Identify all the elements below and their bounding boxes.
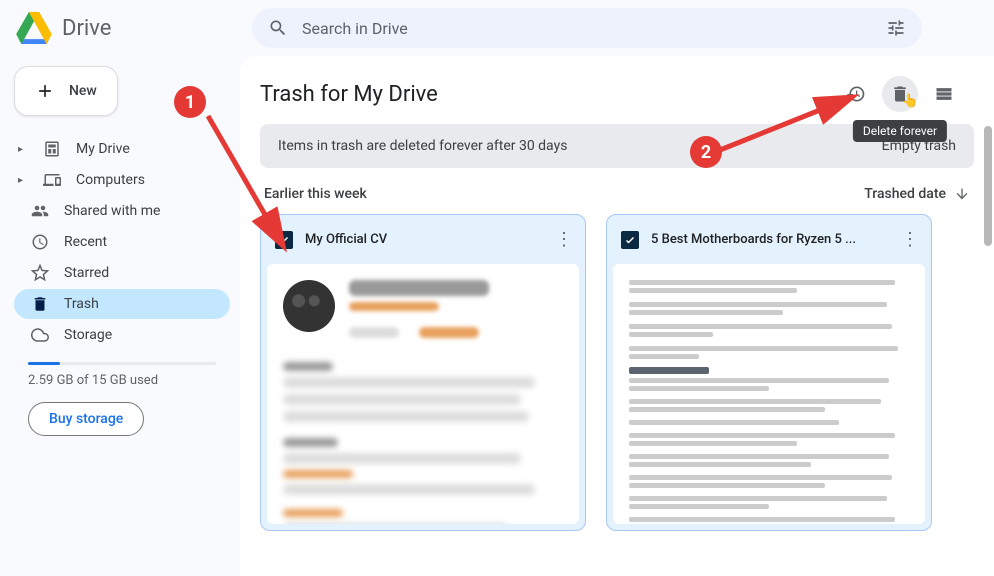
sidebar-item-shared[interactable]: Shared with me <box>14 196 230 226</box>
list-view-button[interactable] <box>926 76 962 112</box>
sort-button[interactable]: Trashed date <box>864 186 970 202</box>
computers-icon <box>42 171 62 189</box>
arrow-down-icon <box>954 186 970 202</box>
sidebar-item-my-drive[interactable]: ▸ My Drive <box>14 134 230 164</box>
tooltip: Delete forever <box>853 120 947 142</box>
app-name: Drive <box>62 16 111 41</box>
sidebar-item-starred[interactable]: Starred <box>14 258 230 288</box>
search-icon <box>268 18 288 38</box>
trash-icon <box>30 295 50 313</box>
sidebar: New ▸ My Drive ▸ Computers Shared with m… <box>0 56 240 576</box>
storage-icon <box>30 326 50 344</box>
sidebar-item-computers[interactable]: ▸ Computers <box>14 165 230 195</box>
file-name: My Official CV <box>305 232 539 247</box>
page-title: Trash for My Drive <box>260 82 830 107</box>
file-name: 5 Best Motherboards for Ryzen 5 ... <box>651 232 885 247</box>
more-menu-button[interactable]: ⋮ <box>551 225 577 254</box>
more-menu-button[interactable]: ⋮ <box>897 225 923 254</box>
sidebar-item-storage[interactable]: Storage <box>14 320 230 350</box>
info-message: Items in trash are deleted forever after… <box>278 138 567 154</box>
chevron-right-icon: ▸ <box>18 175 28 186</box>
search-bar[interactable] <box>252 8 922 48</box>
plus-icon <box>35 81 55 101</box>
list-icon <box>934 84 954 104</box>
buy-storage-button[interactable]: Buy storage <box>28 402 144 436</box>
my-drive-icon <box>42 140 62 158</box>
checkbox[interactable] <box>275 231 293 249</box>
new-button[interactable]: New <box>14 66 118 116</box>
drive-logo-icon <box>16 12 52 44</box>
storage-text: 2.59 GB of 15 GB used <box>14 373 230 402</box>
storage-bar <box>28 362 216 365</box>
sidebar-item-recent[interactable]: Recent <box>14 227 230 257</box>
sidebar-item-trash[interactable]: Trash <box>14 289 230 319</box>
starred-icon <box>30 264 50 282</box>
section-label: Earlier this week <box>264 186 367 202</box>
shared-icon <box>30 202 50 220</box>
search-input[interactable] <box>302 19 872 38</box>
app-header: Drive <box>0 0 994 56</box>
logo-area[interactable]: Drive <box>16 12 236 44</box>
file-thumbnail <box>613 264 925 524</box>
avatar-icon <box>283 280 335 332</box>
delete-forever-button[interactable]: 👆 Delete forever <box>882 76 918 112</box>
file-card[interactable]: 5 Best Motherboards for Ryzen 5 ... ⋮ <box>606 214 932 531</box>
scrollbar[interactable] <box>984 126 992 246</box>
file-thumbnail <box>267 264 579 524</box>
file-card[interactable]: My Official CV ⋮ <box>260 214 586 531</box>
chevron-right-icon: ▸ <box>18 144 28 155</box>
checkbox[interactable] <box>621 231 639 249</box>
recent-icon <box>30 233 50 251</box>
tune-icon[interactable] <box>886 18 906 38</box>
restore-button[interactable] <box>838 76 874 112</box>
main-content: Trash for My Drive 👆 Delete forever Item… <box>240 56 994 576</box>
restore-icon <box>846 84 866 104</box>
delete-icon <box>890 84 910 104</box>
